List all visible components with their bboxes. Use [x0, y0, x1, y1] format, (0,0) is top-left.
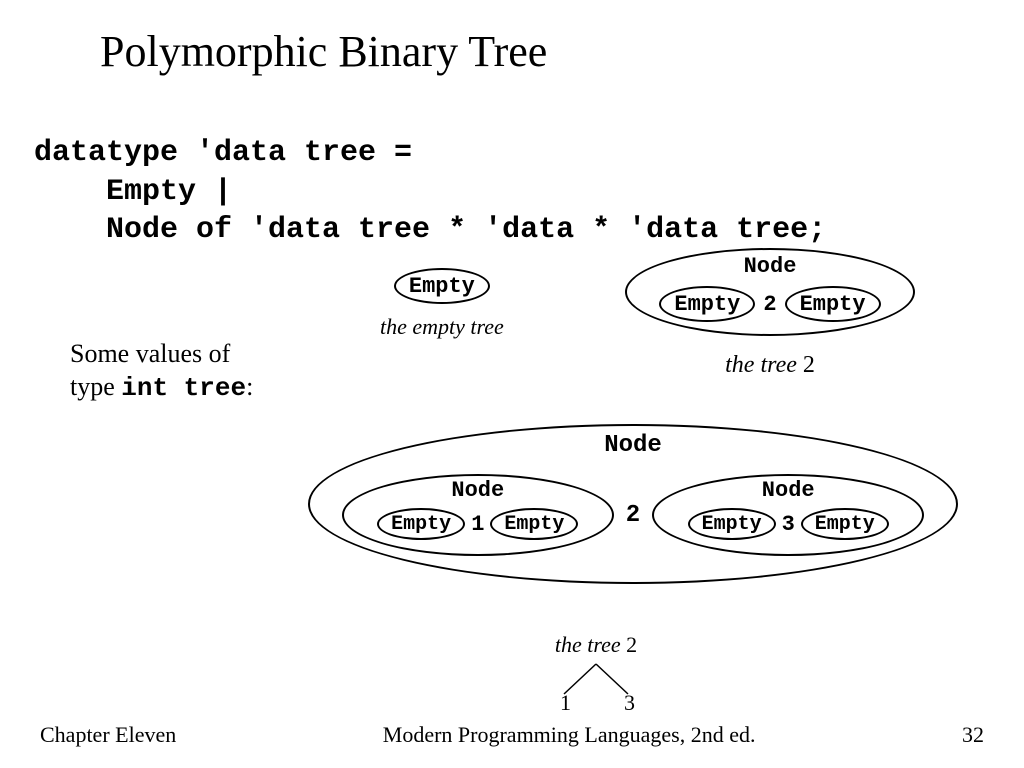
figure-empty-tree: Empty the empty tree [380, 268, 504, 340]
node-value: 2 [763, 292, 776, 317]
code-block: datatype 'data tree = Empty | Node of 'd… [34, 96, 826, 250]
empty-node: Empty [377, 508, 465, 540]
subtree-children: Empty 1 Empty [344, 508, 612, 540]
empty-node: Empty [394, 268, 490, 304]
node-value: 3 [782, 512, 795, 537]
mini-tree-diagram: the tree 2 1 3 [496, 632, 696, 712]
values-intro: Some values of type int tree: [70, 338, 253, 404]
figure-tree-nested: Node Node Empty 1 Empty 2 Node Empty 3 E… [298, 424, 968, 584]
slide-title: Polymorphic Binary Tree [100, 26, 547, 77]
slide-footer: Chapter Eleven Modern Programming Langua… [40, 722, 984, 748]
node-ellipse: Node Empty 2 Empty [625, 248, 915, 336]
node-label: Node [654, 478, 922, 503]
left-subtree: Node Empty 1 Empty [342, 474, 614, 556]
caption-prefix: the tree [725, 352, 803, 378]
right-subtree: Node Empty 3 Empty [652, 474, 924, 556]
tree-branch-icon: 1 3 [536, 660, 656, 712]
empty-node: Empty [801, 508, 889, 540]
mini-right-value: 3 [624, 690, 635, 712]
empty-node: Empty [688, 508, 776, 540]
caption-value: 2 [803, 352, 815, 378]
caption-prefix: the tree [555, 632, 626, 657]
subtree-children: Empty 3 Empty [654, 508, 922, 540]
footer-left: Chapter Eleven [40, 722, 176, 748]
caption-value: 2 [626, 632, 637, 657]
outer-node-children: Node Empty 1 Empty 2 Node Empty 3 Empty [310, 474, 956, 556]
node-children: Empty 2 Empty [627, 286, 913, 322]
footer-center: Modern Programming Languages, 2nd ed. [383, 722, 756, 748]
code-line-2: Empty | [34, 175, 232, 209]
figure-empty-caption: the empty tree [380, 314, 504, 340]
outer-node-ellipse: Node Node Empty 1 Empty 2 Node Empty 3 E… [308, 424, 958, 584]
node-label: Node [344, 478, 612, 503]
node-value: 1 [471, 512, 484, 537]
code-line-3: Node of 'data tree * 'data * 'data tree; [34, 213, 826, 247]
mini-tree-caption: the tree 2 [496, 632, 696, 658]
empty-node: Empty [490, 508, 578, 540]
node-value: 2 [626, 502, 640, 529]
mini-left-value: 1 [560, 690, 571, 712]
values-suffix: : [246, 372, 253, 401]
figure-tree-2: Node Empty 2 Empty the tree 2 [610, 248, 930, 379]
footer-right: 32 [962, 722, 984, 748]
figure-tree-2-caption: the tree 2 [610, 352, 930, 379]
empty-node: Empty [659, 286, 755, 322]
code-line-1: datatype 'data tree = [34, 136, 412, 170]
node-label: Node [310, 432, 956, 459]
values-type: int tree [121, 373, 246, 403]
node-label: Node [627, 254, 913, 279]
empty-node: Empty [785, 286, 881, 322]
